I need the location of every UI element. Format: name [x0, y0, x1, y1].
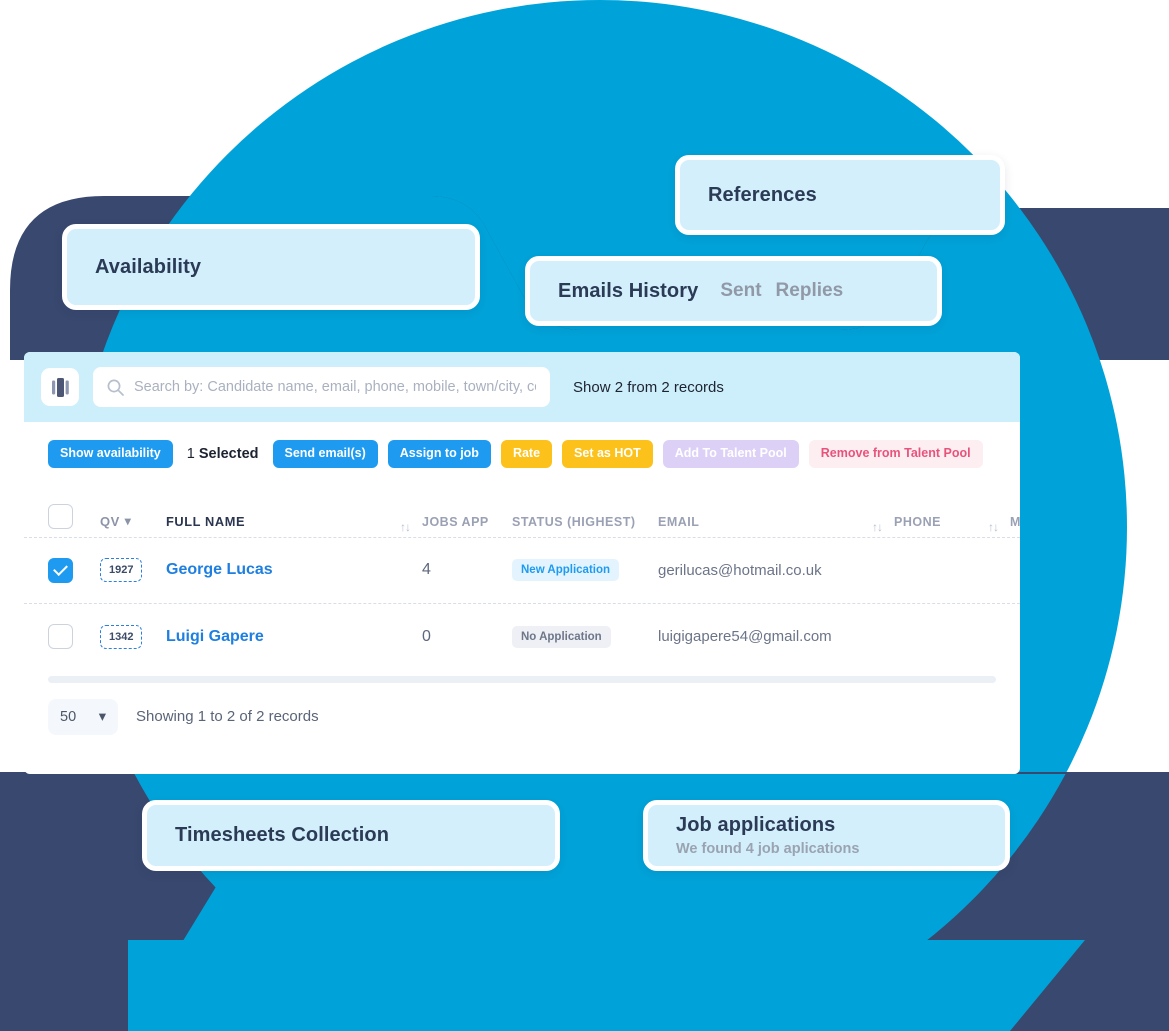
feature-card-timesheets[interactable]: Timesheets Collection	[142, 800, 560, 871]
add-to-talent-pool-button[interactable]: Add To Talent Pool	[662, 440, 799, 468]
header-phone-label: PHONE	[894, 514, 941, 529]
table-footer: 50 ▾ Showing 1 to 2 of 2 records	[24, 683, 1020, 735]
emails-tab-sent[interactable]: Sent	[720, 280, 761, 302]
header-qv[interactable]: QV ▾	[100, 514, 166, 529]
timesheets-title: Timesheets Collection	[175, 824, 390, 846]
row-name-cell: Luigi Gapere	[166, 628, 422, 646]
scrollbar-track[interactable]	[48, 675, 996, 683]
header-full-name-label: FULL NAME	[166, 513, 246, 529]
set-as-hot-button[interactable]: Set as HOT	[562, 440, 653, 468]
row-email-cell: luigigapere54@gmail.com	[658, 628, 894, 645]
sort-icon-phone[interactable]: ↑↓	[988, 520, 999, 534]
header-email[interactable]: EMAIL ↑↓	[658, 514, 894, 534]
show-availability-button[interactable]: Show availability	[48, 440, 173, 468]
candidates-panel: Show 2 from 2 records Show availability …	[24, 352, 1020, 774]
send-emails-button[interactable]: Send email(s)	[272, 440, 378, 468]
columns-icon-button[interactable]	[41, 368, 79, 406]
row-jobs-app-cell: 4	[422, 561, 512, 579]
sort-icon-email[interactable]: ↑↓	[872, 520, 883, 534]
search-strip: Show 2 from 2 records	[24, 352, 1020, 422]
navy-bottom-left-wedge	[0, 940, 128, 1031]
feature-card-emails-history[interactable]: Emails History Sent Replies	[525, 256, 942, 326]
selected-count: 1 Selected	[183, 446, 263, 462]
showing-records-text: Showing 1 to 2 of 2 records	[136, 708, 319, 726]
feature-card-availability[interactable]: Availability	[62, 224, 480, 310]
bulk-actions-toolbar: Show availability 1 Selected Send email(…	[24, 422, 1020, 474]
header-jobs-app-label: JOBS APP	[422, 514, 489, 529]
select-all-checkbox[interactable]	[48, 503, 73, 529]
header-phone[interactable]: PHONE ↑↓	[894, 514, 1010, 534]
table-body: 1927 George Lucas 4 New Application geriluca…	[24, 538, 1020, 670]
page-size-value: 50	[60, 708, 77, 725]
references-title: References	[708, 183, 817, 206]
header-status[interactable]: STATUS (HIGHEST)	[512, 515, 658, 529]
assign-to-job-button[interactable]: Assign to job	[387, 440, 491, 468]
row-status-cell: New Application	[512, 559, 658, 582]
row-status-cell: No Application	[512, 625, 658, 648]
row-name-cell: George Lucas	[166, 561, 422, 579]
candidate-name-link[interactable]: Luigi Gapere	[166, 628, 264, 646]
qv-badge[interactable]: 1342	[100, 624, 143, 649]
row-qv-cell: 1927	[100, 558, 166, 583]
emails-tab-replies[interactable]: Replies	[776, 280, 844, 302]
records-count-note: Show 2 from 2 records	[573, 378, 724, 396]
row-select-cell	[48, 557, 100, 583]
header-qv-label: QV	[100, 513, 120, 529]
select-all-cell	[48, 503, 100, 529]
status-badge: No Application	[512, 625, 611, 648]
feature-card-references[interactable]: References	[675, 155, 1005, 235]
header-full-name[interactable]: FULL NAME ↑↓	[166, 513, 422, 534]
page-size-select[interactable]: 50 ▾	[48, 698, 118, 735]
candidate-email: gerilucas@hotmail.co.uk	[658, 561, 822, 579]
selected-count-label: Selected	[198, 445, 259, 462]
search-icon	[107, 379, 124, 396]
feature-card-job-applications[interactable]: Job applications We found 4 job aplicati…	[643, 800, 1010, 871]
table-row[interactable]: 1342 Luigi Gapere 0 No Application luigigape…	[24, 604, 1020, 670]
row-checkbox[interactable]	[48, 624, 73, 650]
jobs-app-count: 4	[422, 561, 431, 579]
row-qv-cell: 1342	[100, 624, 166, 649]
columns-icon	[51, 377, 69, 397]
selected-count-number: 1	[186, 445, 195, 462]
row-select-cell	[48, 624, 100, 650]
job-applications-subtitle: We found 4 job aplications	[676, 841, 860, 857]
table-row[interactable]: 1927 George Lucas 4 New Application geriluca…	[24, 538, 1020, 604]
table-header-row: QV ▾ FULL NAME ↑↓ JOBS APP STATUS (HIGHE…	[24, 482, 1020, 538]
candidate-name-link[interactable]: George Lucas	[166, 561, 273, 579]
header-email-label: EMAIL	[658, 514, 700, 529]
row-checkbox[interactable]	[48, 557, 73, 583]
chevron-down-icon: ▾	[124, 514, 132, 529]
rate-button[interactable]: Rate	[500, 440, 553, 468]
candidate-email: luigigapere54@gmail.com	[658, 628, 832, 646]
search-input[interactable]	[134, 379, 536, 395]
horizontal-scrollbar[interactable]	[24, 670, 1020, 683]
chevron-down-icon: ▾	[98, 708, 106, 725]
job-applications-title: Job applications	[676, 814, 836, 836]
qv-badge[interactable]: 1927	[100, 558, 143, 583]
row-email-cell: gerilucas@hotmail.co.uk	[658, 562, 894, 579]
status-badge: New Application	[512, 559, 620, 582]
remove-from-talent-pool-button[interactable]: Remove from Talent Pool	[808, 440, 983, 468]
header-mobile-label: M	[1010, 514, 1020, 529]
candidates-table: QV ▾ FULL NAME ↑↓ JOBS APP STATUS (HIGHE…	[24, 474, 1020, 735]
emails-history-title: Emails History	[558, 279, 699, 302]
availability-title: Availability	[95, 255, 202, 278]
jobs-app-count: 0	[422, 627, 431, 645]
header-jobs-app[interactable]: JOBS APP	[422, 515, 512, 529]
screen-root: Availability References Emails History S…	[0, 0, 1169, 1031]
row-jobs-app-cell: 0	[422, 628, 512, 646]
header-status-label: STATUS (HIGHEST)	[512, 514, 636, 529]
search-box[interactable]	[93, 367, 550, 407]
sort-icon-full-name[interactable]: ↑↓	[400, 520, 411, 534]
header-mobile[interactable]: M	[1010, 515, 1020, 529]
